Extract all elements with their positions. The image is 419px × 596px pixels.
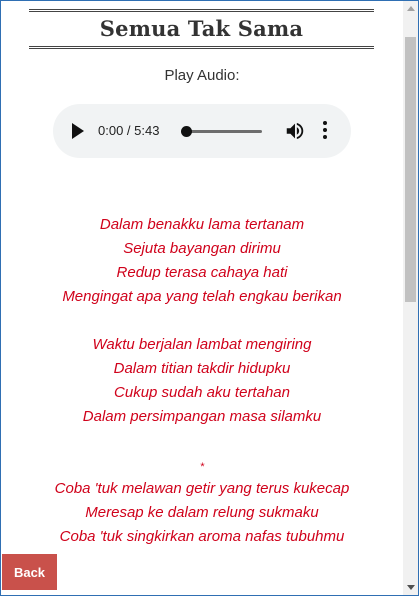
vertical-scrollbar[interactable] <box>403 1 418 595</box>
lyric-line: Dalam persimpangan masa silamku <box>82 408 322 425</box>
volume-icon[interactable] <box>284 120 306 142</box>
play-icon[interactable] <box>72 123 84 139</box>
scroll-down-arrow-icon[interactable] <box>407 585 415 590</box>
more-vert-icon[interactable] <box>321 121 329 141</box>
back-button[interactable]: Back <box>2 554 57 590</box>
lyric-line: Waktu berjalan lambat mengiring <box>92 336 312 353</box>
lyric-line: Dalam benakku lama tertanam <box>99 216 305 233</box>
progress-knob[interactable] <box>181 126 192 137</box>
audio-player: 0:00 / 5:43 <box>53 104 351 158</box>
lyric-line: Redup terasa cahaya hati <box>116 264 288 281</box>
lyric-line: Sejuta bayangan dirimu <box>123 240 281 257</box>
scrollbar-thumb[interactable] <box>405 37 416 302</box>
lyric-line: Coba 'tuk singkirkan aroma nafas tubuhmu <box>59 528 345 545</box>
lyric-line: Dalam titian takdir hidupku <box>113 360 291 377</box>
lyric-line: Coba 'tuk melawan getir yang terus kukec… <box>54 480 350 497</box>
play-audio-label: Play Audio: <box>164 67 240 84</box>
page-content: Semua Tak Sama Play Audio: 0:00 / 5:43 D… <box>1 1 403 595</box>
time-display: 0:00 / 5:43 <box>98 123 160 138</box>
lyrics: Dalam benakku lama tertanam Sejuta bayan… <box>1 213 403 549</box>
page-title: Semua Tak Sama <box>99 16 304 41</box>
title-bottom-rule <box>29 46 374 49</box>
progress-track[interactable] <box>184 130 262 133</box>
stanza-gap <box>1 309 403 333</box>
scroll-up-arrow-icon[interactable] <box>407 6 415 11</box>
app-frame: Semua Tak Sama Play Audio: 0:00 / 5:43 D… <box>0 0 419 596</box>
title-top-rule <box>29 9 374 12</box>
title-block: Semua Tak Sama <box>29 9 374 49</box>
lyric-line: Cukup sudah aku tertahan <box>114 384 290 401</box>
stanza-separator: * <box>199 461 205 473</box>
stanza-gap <box>1 429 403 453</box>
lyric-line: Mengingat apa yang telah engkau berikan <box>62 288 342 305</box>
lyric-line: Meresap ke dalam relung sukmaku <box>85 504 319 521</box>
